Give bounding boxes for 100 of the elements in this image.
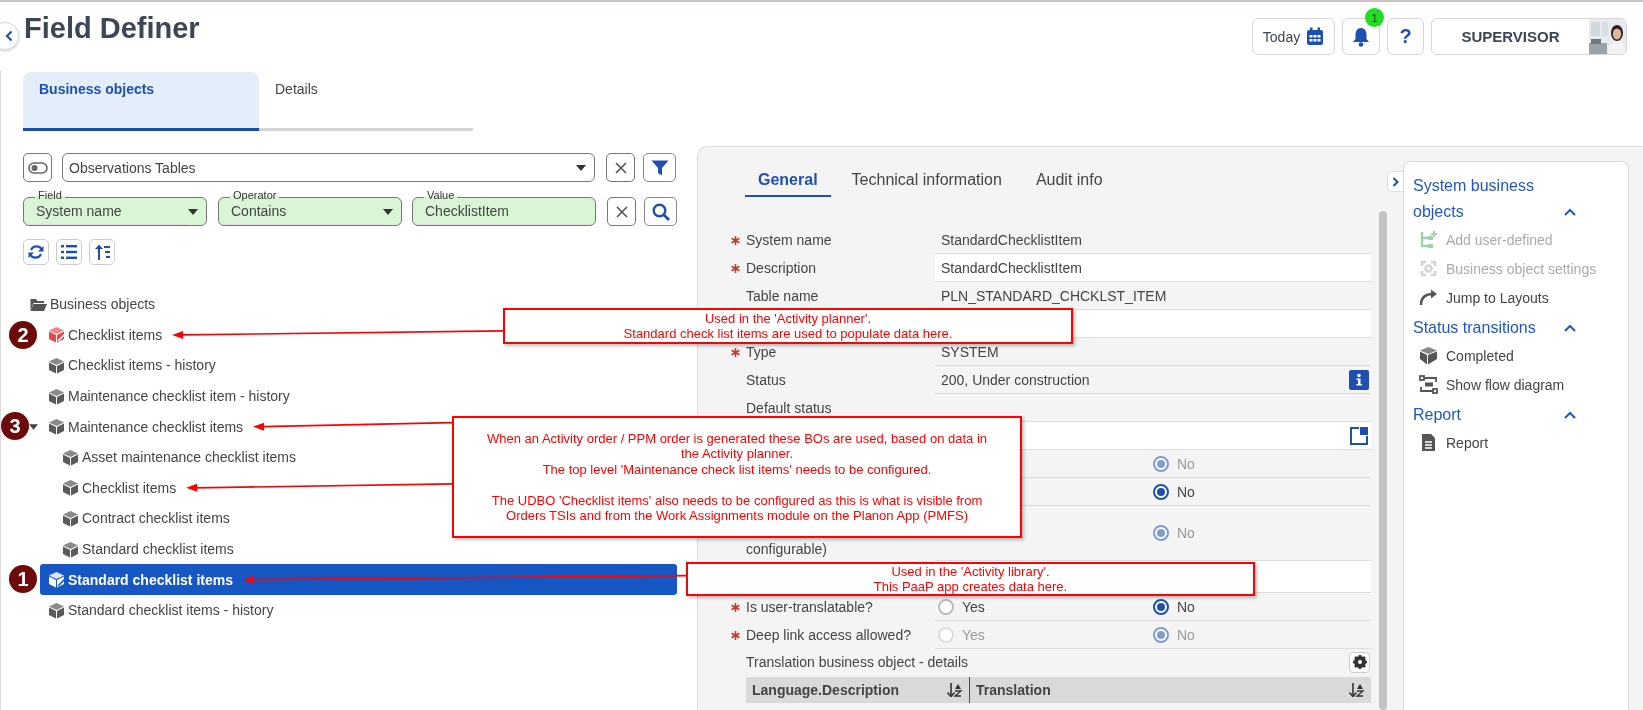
filter-button[interactable] <box>643 153 676 182</box>
field-label: Field <box>35 189 65 201</box>
tab[interactable]: Technical information <box>838 165 1015 197</box>
info-icon[interactable] <box>1349 369 1369 390</box>
search-button[interactable] <box>644 197 677 226</box>
cube-icon <box>48 357 65 374</box>
cube-icon <box>1419 346 1438 365</box>
settings-icon <box>1419 259 1438 278</box>
bell-icon <box>1352 26 1370 47</box>
number-marker: 2 <box>9 321 37 349</box>
page-title: Field Definer <box>24 12 200 45</box>
cube-icon <box>62 509 79 527</box>
search-icon <box>651 202 670 221</box>
section-title: Status transitions <box>1413 318 1537 338</box>
option-label: No <box>1177 483 1195 500</box>
arrow-icon <box>1419 288 1438 307</box>
option-label: No <box>1177 455 1195 472</box>
annotation-tooltip: When an Activity order / PPM order is generated these BOs are used, based on data in the Activity planner. The top level 'Maintenance check list items' needs to be configured. The UDBO 'Checklist items' also needs to be configured as this is what is visible from Orders TSIs and from the Work Assignments module on the Planon App (PMFS) <box>452 416 1022 538</box>
close-icon <box>614 161 627 174</box>
field-label: Default status <box>746 400 833 416</box>
section-title: Report <box>1413 405 1463 425</box>
input-field[interactable]: StandardChecklistItem <box>935 254 1371 282</box>
document-icon <box>1419 433 1438 452</box>
sort-icon <box>94 244 110 260</box>
tree-item[interactable]: Contract checklist items <box>23 503 236 534</box>
gear-icon <box>1352 655 1367 669</box>
tree-item[interactable]: Asset maintenance checklist items <box>23 441 302 473</box>
option-label: Yes <box>962 626 985 643</box>
number-marker: 1 <box>9 565 37 593</box>
number-marker: 3 <box>1 412 29 440</box>
dropdown-arrow-icon <box>383 208 393 215</box>
field-label: Deep link access allowed? <box>746 627 912 643</box>
field-label: Operator <box>230 189 280 201</box>
field-label: Status <box>746 372 787 388</box>
add-icon <box>1419 230 1438 249</box>
toggle-button[interactable] <box>23 153 52 182</box>
radio-button[interactable] <box>1153 483 1169 500</box>
tab[interactable]: General <box>745 165 831 197</box>
cube-icon <box>62 540 79 558</box>
annotation-tooltip: Used in the 'Activity library'. This PaaP app creates data here. <box>686 562 1255 596</box>
column-header[interactable]: Language.Description <box>746 677 970 703</box>
tree-item[interactable]: Business objects <box>23 289 162 320</box>
field-label: Value <box>424 189 458 201</box>
scrollbar[interactable] <box>1379 211 1387 710</box>
chevron-right-icon <box>1392 176 1399 187</box>
action-link[interactable]: Report <box>1413 428 1618 457</box>
field-label: Table name <box>746 288 820 304</box>
tree-item[interactable]: Maintenance checklist item - history <box>23 380 296 412</box>
calendar-icon <box>1306 27 1325 46</box>
annotation-tooltip: Used in the 'Activity planner'. Standard check list items are used to populate data here. <box>503 308 1073 344</box>
cube-icon <box>48 418 65 436</box>
tree-item[interactable]: Standard checklist items - history <box>23 594 280 626</box>
sort-icon <box>1349 683 1365 697</box>
field-label: Description <box>746 260 818 276</box>
tab[interactable]: Details <box>259 72 473 131</box>
refresh-button[interactable] <box>23 239 49 265</box>
dropdown-arrow-icon <box>576 164 586 171</box>
field-label: Type <box>746 344 778 360</box>
user-button[interactable]: SUPERVISOR <box>1431 18 1627 55</box>
cube-icon <box>62 448 79 466</box>
settings-button[interactable] <box>1349 651 1370 673</box>
field-label: configurable) <box>746 541 828 559</box>
cube-icon <box>48 601 65 619</box>
help-button[interactable]: ? <box>1387 18 1424 55</box>
tree-item[interactable]: Checklist items <box>38 319 169 351</box>
toggle-icon <box>27 161 48 174</box>
filter-icon <box>650 159 669 176</box>
collapse-panel-button[interactable] <box>1387 171 1403 192</box>
tab[interactable]: Audit info <box>1022 165 1116 197</box>
cube-icon <box>62 479 79 497</box>
tree-item[interactable]: Checklist items - history <box>23 350 222 381</box>
flow-icon <box>1419 375 1438 394</box>
sort-icon <box>947 683 963 697</box>
option-label: Yes <box>962 598 985 615</box>
tree-item[interactable]: Standard checklist items <box>23 533 240 565</box>
clear-button[interactable] <box>607 197 636 226</box>
tree-item[interactable]: Standard checklist items <box>40 564 677 595</box>
option-label: No <box>1177 525 1195 541</box>
list-button[interactable] <box>56 239 82 265</box>
today-button[interactable]: Today <box>1252 18 1335 55</box>
field-value: 200, Under construction <box>935 366 1371 394</box>
cube-icon <box>48 387 65 405</box>
notification-badge: 1 <box>1365 8 1384 27</box>
action-link[interactable]: Completed <box>1413 341 1618 370</box>
tree-item[interactable]: Checklist items <box>23 472 183 504</box>
popup-icon[interactable] <box>1349 425 1369 446</box>
preset-dropdown[interactable]: Observations Tables <box>62 153 595 182</box>
action-link[interactable]: Jump to Layouts <box>1413 283 1618 312</box>
tree-item[interactable]: Maintenance checklist items <box>29 411 250 442</box>
cube-icon <box>48 571 65 589</box>
action-link[interactable]: Show flow diagram <box>1413 370 1618 399</box>
radio-button[interactable] <box>938 598 954 615</box>
chevron-left-icon <box>5 30 13 42</box>
list-icon <box>61 244 77 260</box>
clear-button[interactable] <box>606 153 635 182</box>
sort-button[interactable] <box>89 239 115 265</box>
radio-button[interactable] <box>1153 598 1169 615</box>
option-label: No <box>1177 598 1195 615</box>
tab[interactable]: Business objects <box>23 72 259 131</box>
column-header[interactable]: Translation <box>970 677 1371 703</box>
